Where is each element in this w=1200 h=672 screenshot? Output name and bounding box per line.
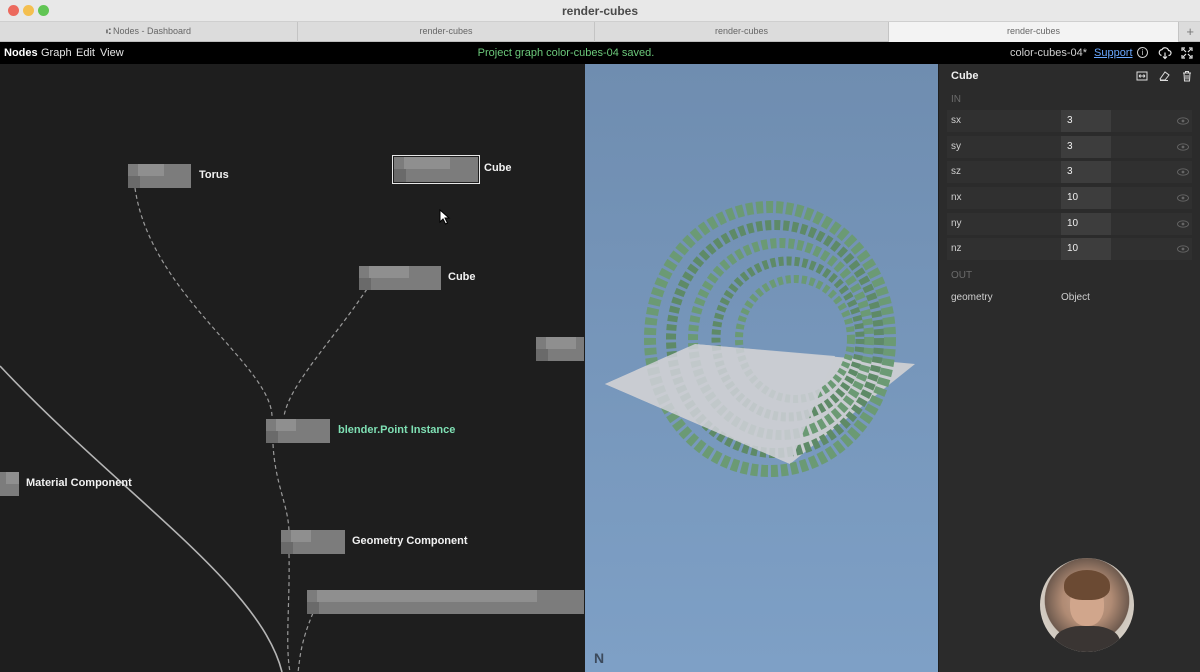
input-row-sx: sx 3 xyxy=(939,110,1200,132)
nodes-logo-icon: N xyxy=(594,650,605,666)
node-cube-selected[interactable] xyxy=(392,155,480,184)
input-name: sy xyxy=(951,141,961,152)
cloud-download-icon[interactable] xyxy=(1158,46,1172,60)
trash-icon[interactable] xyxy=(1181,70,1193,82)
tab-label: render-cubes xyxy=(714,26,769,36)
project-name: color-cubes-04* xyxy=(1010,47,1088,59)
node-label-torus: Torus xyxy=(199,169,229,181)
input-row-nx: nx 10 xyxy=(939,187,1200,209)
node-material-component[interactable] xyxy=(0,472,19,496)
node-cube[interactable] xyxy=(359,266,441,290)
info-icon[interactable]: i xyxy=(1137,47,1148,58)
save-status-message: Project graph color-cubes-04 saved. xyxy=(477,47,655,59)
output-type: Object xyxy=(1061,292,1090,303)
eye-icon[interactable] xyxy=(1177,245,1189,253)
eye-icon[interactable] xyxy=(1177,117,1189,125)
output-name: geometry xyxy=(951,292,993,303)
eye-icon[interactable] xyxy=(1177,168,1189,176)
input-name: sx xyxy=(951,115,961,126)
fit-view-icon[interactable] xyxy=(1136,70,1148,82)
graph-connections xyxy=(0,187,368,672)
output-row-geometry: geometry Object xyxy=(939,288,1200,308)
window-title: render-cubes xyxy=(561,4,639,18)
input-row-nz: nz 10 xyxy=(939,238,1200,260)
node-label-geometry-component: Geometry Component xyxy=(352,535,468,547)
tab-bar: ⑆ Nodes - Dashboard render-cubes render-… xyxy=(0,22,1200,42)
support-link[interactable]: Support xyxy=(1094,47,1133,59)
webcam-overlay xyxy=(1040,558,1134,652)
eraser-icon[interactable] xyxy=(1158,70,1170,82)
node-offscreen[interactable] xyxy=(536,337,584,361)
input-name: sz xyxy=(951,166,961,177)
node-graph-canvas[interactable]: Torus Cube Cube blender.Point Instance M… xyxy=(0,64,584,672)
node-label-cube-selected: Cube xyxy=(484,162,512,174)
input-row-sy: sy 3 xyxy=(939,136,1200,158)
node-output[interactable] xyxy=(307,590,584,614)
tab-label: render-cubes xyxy=(1006,26,1061,36)
app-menubar: Nodes Graph Edit View Project graph colo… xyxy=(0,42,1200,64)
eye-icon[interactable] xyxy=(1177,220,1189,228)
3d-render xyxy=(605,201,915,477)
input-value-ny[interactable]: 10 xyxy=(1061,213,1111,235)
add-tab-button[interactable]: + xyxy=(1186,24,1194,39)
node-geometry-component[interactable] xyxy=(281,530,345,554)
eye-icon[interactable] xyxy=(1177,143,1189,151)
node-torus[interactable] xyxy=(128,164,191,188)
3d-viewport[interactable]: N xyxy=(585,64,938,672)
eye-icon[interactable] xyxy=(1177,194,1189,202)
tab-label: Nodes - Dashboard xyxy=(112,26,192,36)
tab-label: render-cubes xyxy=(419,26,473,36)
nodes-logo-icon: ⑆ xyxy=(105,27,113,36)
input-value-sz[interactable]: 3 xyxy=(1061,161,1111,183)
input-row-ny: ny 10 xyxy=(939,213,1200,235)
input-row-sz: sz 3 xyxy=(939,161,1200,183)
mouse-cursor-icon xyxy=(439,209,451,225)
input-value-nx[interactable]: 10 xyxy=(1061,187,1111,209)
node-point-instance[interactable] xyxy=(266,419,330,443)
node-label-cube: Cube xyxy=(448,271,476,283)
outputs-section-label: OUT xyxy=(951,270,973,281)
node-label-point-instance: blender.Point Instance xyxy=(338,424,456,436)
tab-dashboard[interactable]: ⑆ Nodes - Dashboard xyxy=(0,22,298,42)
tab-render-cubes-3[interactable]: render-cubes xyxy=(889,22,1179,42)
input-name: nx xyxy=(951,192,962,203)
input-value-nz[interactable]: 10 xyxy=(1061,238,1111,260)
input-name: ny xyxy=(951,218,962,229)
input-value-sy[interactable]: 3 xyxy=(1061,136,1111,158)
fullscreen-icon[interactable] xyxy=(1180,46,1194,60)
inspector-title: Cube xyxy=(951,70,979,82)
window-titlebar: render-cubes xyxy=(0,0,1200,22)
input-name: nz xyxy=(951,243,962,254)
tab-render-cubes-1[interactable]: render-cubes xyxy=(298,22,595,42)
node-label-material-component: Material Component xyxy=(26,477,132,489)
input-value-sx[interactable]: 3 xyxy=(1061,110,1111,132)
inputs-section-label: IN xyxy=(951,94,961,105)
tab-render-cubes-2[interactable]: render-cubes xyxy=(595,22,889,42)
